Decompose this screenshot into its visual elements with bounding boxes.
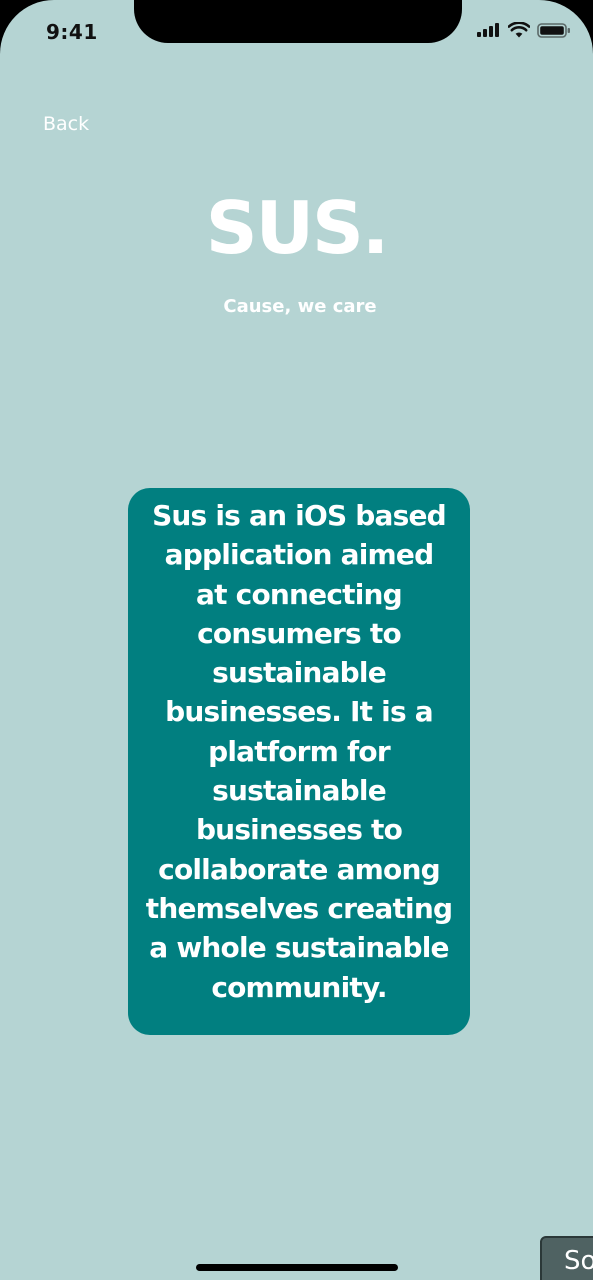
status-icons (477, 22, 571, 38)
wifi-icon (508, 22, 530, 38)
about-card: Sus is an iOS based application aimed at… (128, 488, 470, 1035)
cellular-signal-icon (477, 23, 499, 37)
home-indicator[interactable] (196, 1264, 398, 1271)
app-screen: 9:41 Back SUS. Cause, we care Sus is an … (0, 0, 593, 1280)
device-notch (134, 0, 462, 43)
status-time: 9:41 (46, 20, 98, 44)
app-tagline: Cause, we care (223, 296, 377, 317)
battery-icon (537, 22, 570, 38)
back-button[interactable]: Back (43, 113, 89, 135)
corner-button[interactable]: So (540, 1236, 593, 1280)
app-logo: SUS. (205, 186, 390, 270)
about-description: Sus is an iOS based application aimed at… (145, 499, 453, 1004)
